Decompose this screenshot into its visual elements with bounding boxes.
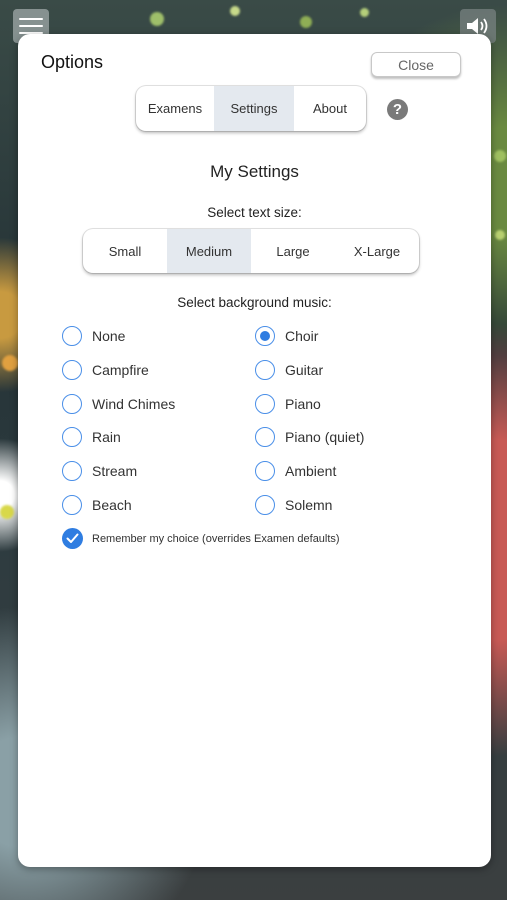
radio-button[interactable] [255, 461, 275, 481]
music-option-campfire[interactable]: Campfire [62, 360, 149, 380]
text-size-selector: Small Medium Large X-Large [83, 229, 419, 273]
music-option-label: Stream [92, 463, 138, 479]
settings-heading: My Settings [210, 162, 299, 181]
checkmark-icon[interactable] [62, 528, 83, 549]
music-option-label: Ambient [285, 463, 337, 479]
tab-bar: Examens Settings About [136, 86, 366, 131]
remember-choice-label: Remember my choice (overrides Examen def… [92, 532, 340, 545]
radio-button[interactable] [62, 495, 82, 515]
radio-button[interactable] [255, 427, 275, 447]
text-size-x-large[interactable]: X-Large [335, 229, 419, 273]
options-dialog: Options Close Examens Settings About ? M… [18, 34, 491, 867]
radio-button[interactable] [255, 360, 275, 380]
music-option-label: Piano [285, 396, 321, 412]
dialog-title: Options [41, 52, 104, 72]
remember-choice-toggle[interactable]: Remember my choice (overrides Examen def… [62, 528, 340, 549]
music-option-label: Beach [92, 497, 132, 513]
music-option-ambient[interactable]: Ambient [255, 461, 336, 481]
music-option-label: Campfire [92, 362, 149, 378]
text-size-medium[interactable]: Medium [167, 229, 251, 273]
music-option-label: Wind Chimes [92, 396, 176, 412]
tab-about[interactable]: About [294, 86, 366, 131]
radio-button[interactable] [62, 326, 82, 346]
music-label: Select background music: [177, 295, 332, 310]
close-button[interactable]: Close [371, 52, 461, 77]
music-option-piano[interactable]: Piano [255, 394, 321, 414]
music-option-beach[interactable]: Beach [62, 495, 132, 515]
music-option-stream[interactable]: Stream [62, 461, 137, 481]
music-option-piano-quiet[interactable]: Piano (quiet) [255, 427, 364, 447]
music-option-none[interactable]: None [62, 326, 125, 346]
music-option-rain[interactable]: Rain [62, 427, 121, 447]
radio-button[interactable] [62, 427, 82, 447]
music-option-choir[interactable]: Choir [255, 326, 318, 346]
radio-button[interactable] [62, 360, 82, 380]
music-option-label: Rain [92, 429, 121, 445]
music-option-wind-chimes[interactable]: Wind Chimes [62, 394, 175, 414]
help-icon[interactable]: ? [387, 99, 408, 120]
music-option-label: Solemn [285, 497, 333, 513]
radio-button-selected[interactable] [255, 326, 275, 346]
music-option-label: Choir [285, 328, 319, 344]
music-option-label: None [92, 328, 126, 344]
radio-button[interactable] [62, 461, 82, 481]
hamburger-menu-icon [19, 18, 43, 20]
tab-settings[interactable]: Settings [214, 86, 294, 131]
music-option-guitar[interactable]: Guitar [255, 360, 323, 380]
radio-button[interactable] [255, 394, 275, 414]
tab-examens[interactable]: Examens [136, 86, 214, 131]
music-option-label: Guitar [285, 362, 324, 378]
music-option-label: Piano (quiet) [285, 429, 365, 445]
text-size-large[interactable]: Large [251, 229, 335, 273]
text-size-small[interactable]: Small [83, 229, 167, 273]
radio-button[interactable] [62, 394, 82, 414]
music-option-solemn[interactable]: Solemn [255, 495, 332, 515]
radio-button[interactable] [255, 495, 275, 515]
text-size-label: Select text size: [207, 205, 302, 220]
